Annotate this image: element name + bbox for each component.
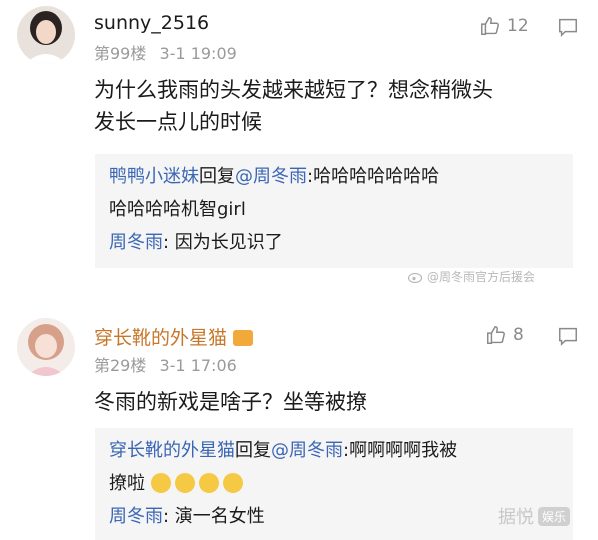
reply-box[interactable]: 鸭鸭小迷妹回复@周冬雨:哈哈哈哈哈哈哈 哈哈哈哈机智girl 周冬雨: 因为长见… <box>95 154 573 268</box>
reply-author[interactable]: 鸭鸭小迷妹 <box>109 166 199 187</box>
reply-text: 啊啊啊啊我被 <box>349 440 458 461</box>
timestamp: 3-1 17:06 <box>159 356 237 375</box>
comment-body-line: 为什么我雨的头发越来越短了？想念稍微头 <box>94 78 493 102</box>
reply-mention[interactable]: @周冬雨 <box>271 440 343 461</box>
reply-connector: 回复 <box>199 166 235 187</box>
reply-author[interactable]: 周冬雨 <box>109 506 163 527</box>
watermark-site: 据悦 <box>498 507 534 528</box>
watermark-badge: 娱乐 <box>538 506 571 526</box>
reply-text: 演一名女性 <box>174 506 265 527</box>
username[interactable]: 穿长靴的外星猫 <box>94 327 227 349</box>
username[interactable]: sunny_2516 <box>94 12 209 34</box>
like-button[interactable]: 12 <box>479 15 529 37</box>
reply-item: 穿长靴的外星猫回复@周冬雨:啊啊啊啊我被 <box>109 434 559 467</box>
comment-body-line: 发长一点儿的时候 <box>94 110 262 134</box>
crying-emoji-icon <box>150 473 171 493</box>
like-count: 12 <box>507 16 529 36</box>
like-count: 8 <box>513 325 524 345</box>
comment-body: 为什么我雨的头发越来越短了？想念稍微头 发长一点儿的时候 <box>94 74 564 138</box>
site-watermark: 据悦 娱乐 <box>498 503 571 529</box>
reply-text: 哈哈哈哈机智girl <box>109 199 246 220</box>
reply-author[interactable]: 穿长靴的外星猫 <box>109 440 235 461</box>
avatar[interactable] <box>17 6 75 64</box>
reply-text: 哈哈哈哈哈哈哈 <box>313 166 440 187</box>
weibo-icon <box>408 272 423 283</box>
crown-badge-icon <box>233 330 254 346</box>
reply-author[interactable]: 周冬雨 <box>109 232 163 253</box>
crying-emoji-icon <box>222 473 243 493</box>
reply-text: 撩啦 <box>109 473 145 494</box>
thumbs-up-icon <box>481 17 499 35</box>
watermark-text: @周冬雨官方后援会 <box>427 270 536 284</box>
reply-item: 周冬雨: 演一名女性 <box>109 500 559 533</box>
reply-bubble-icon[interactable] <box>557 16 579 38</box>
comment-card: sunny_2516 第99楼 3-1 19:09 12 为什么我雨的头发越来越… <box>0 0 598 280</box>
reply-connector: 回复 <box>235 440 271 461</box>
crying-emoji-icon <box>198 473 219 493</box>
reply-item-continued: 撩啦 <box>109 467 559 500</box>
crying-emoji-icon <box>174 473 195 493</box>
reply-separator: : <box>163 232 175 253</box>
comment-meta: 第99楼 3-1 19:09 <box>94 40 237 64</box>
username-row: 穿长靴的外星猫 <box>94 323 254 350</box>
reply-separator: : <box>163 506 175 527</box>
weibo-watermark: @周冬雨官方后援会 <box>408 268 535 285</box>
reply-text: 因为长见识了 <box>174 232 283 253</box>
reply-item: 鸭鸭小迷妹回复@周冬雨:哈哈哈哈哈哈哈 <box>109 160 559 193</box>
floor-number: 第29楼 <box>94 356 147 375</box>
comment-meta: 第29楼 3-1 17:06 <box>94 352 237 376</box>
like-button[interactable]: 8 <box>485 324 524 346</box>
avatar[interactable] <box>17 318 75 376</box>
reply-bubble-icon[interactable] <box>557 325 579 347</box>
timestamp: 3-1 19:09 <box>159 44 237 63</box>
comment-body: 冬雨的新戏是啥子？坐等被撩 <box>94 390 367 414</box>
reply-mention[interactable]: @周冬雨 <box>235 166 307 187</box>
floor-number: 第99楼 <box>94 44 147 63</box>
thumbs-up-icon <box>487 326 505 344</box>
reply-item: 周冬雨: 因为长见识了 <box>109 226 559 259</box>
